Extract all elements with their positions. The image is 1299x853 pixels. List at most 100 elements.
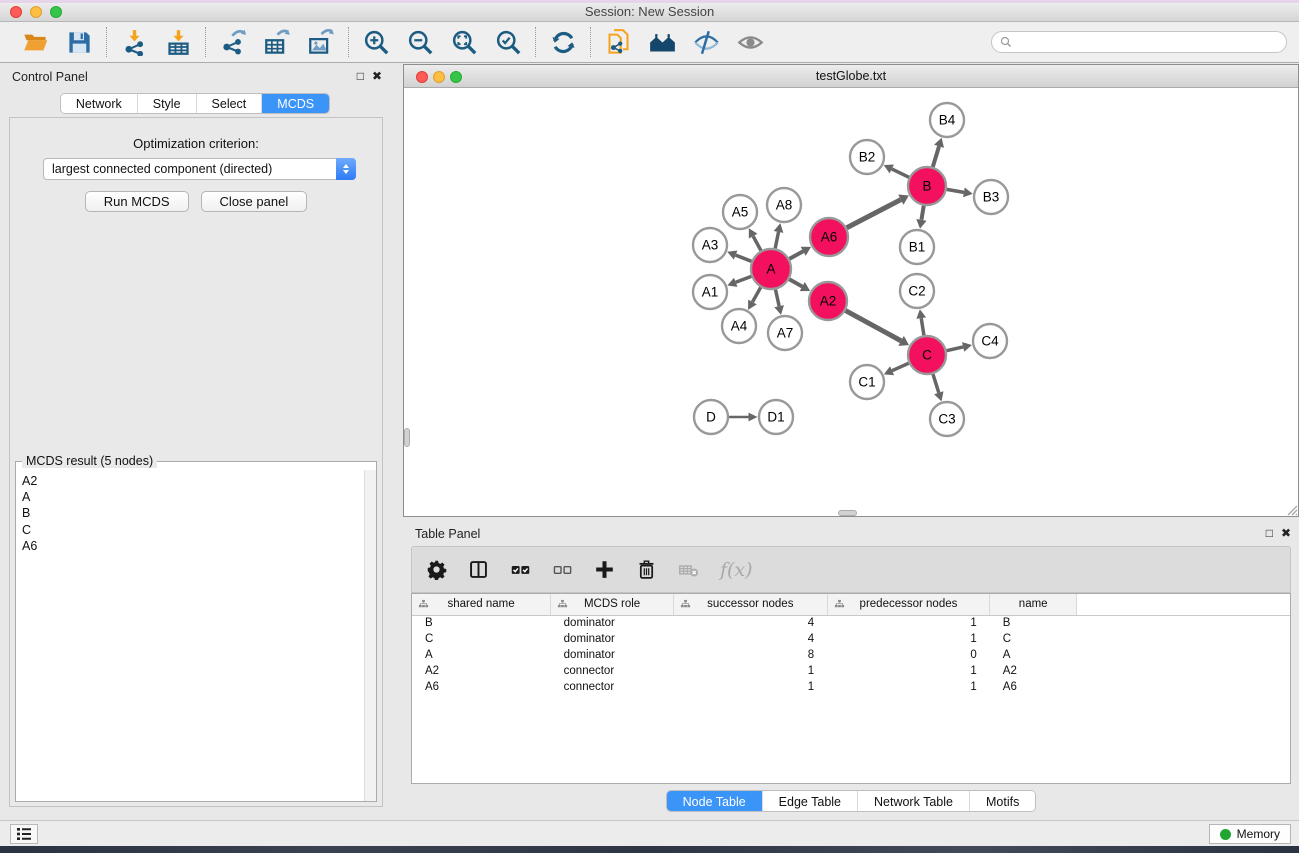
network-resize-grip[interactable]: [1284, 502, 1298, 516]
table-cell[interactable]: dominator: [551, 631, 674, 647]
table-row[interactable]: Bdominator41B: [412, 615, 1290, 631]
tab-edge-table[interactable]: Edge Table: [763, 791, 858, 811]
refresh-icon[interactable]: [548, 27, 578, 57]
graph-edge-C-C2[interactable]: [921, 318, 924, 335]
graph-edge-A-A6[interactable]: [789, 251, 803, 259]
graph-edge-A-A7[interactable]: [775, 290, 779, 307]
graph-edge-A-A5[interactable]: [753, 236, 761, 250]
table-cell[interactable]: 1: [673, 663, 827, 679]
delete-table-icon[interactable]: [678, 559, 699, 580]
graph-edge-C-C3[interactable]: [933, 374, 939, 393]
mcds-result-scrollbar[interactable]: [364, 470, 376, 801]
table-cell[interactable]: 0: [827, 647, 990, 663]
add-row-icon[interactable]: [594, 559, 615, 580]
mcds-result-item[interactable]: C: [22, 522, 364, 538]
table-cell[interactable]: C: [990, 631, 1077, 647]
table-cell[interactable]: B: [990, 615, 1077, 631]
node-table-header-row[interactable]: shared nameMCDS rolesuccessor nodesprede…: [412, 594, 1290, 615]
graph-edge-A-A1[interactable]: [736, 276, 752, 282]
table-cell[interactable]: A2: [412, 663, 551, 679]
import-network-icon[interactable]: [119, 27, 149, 57]
column-header-MCDS-role[interactable]: MCDS role: [551, 594, 674, 615]
close-table-panel-icon[interactable]: ✖: [1281, 526, 1291, 540]
task-history-button[interactable]: [10, 824, 38, 844]
table-cell[interactable]: A: [412, 647, 551, 663]
tab-network[interactable]: Network: [61, 94, 138, 113]
table-cell[interactable]: 1: [827, 615, 990, 631]
table-cell[interactable]: A2: [990, 663, 1077, 679]
graph-edge-A2-C[interactable]: [846, 311, 902, 341]
table-row[interactable]: Adominator80A: [412, 647, 1290, 663]
unselect-all-icon[interactable]: [552, 559, 573, 580]
table-cell[interactable]: 8: [673, 647, 827, 663]
table-cell[interactable]: 1: [673, 679, 827, 695]
column-header-predecessor-nodes[interactable]: predecessor nodes: [827, 594, 990, 615]
graph-edge-A-A4[interactable]: [752, 287, 760, 302]
save-session-icon[interactable]: [64, 27, 94, 57]
float-table-panel-icon[interactable]: □: [1266, 526, 1273, 540]
graph-edge-B-B2[interactable]: [892, 169, 909, 177]
graph-edge-A-A3[interactable]: [736, 255, 752, 261]
optimization-criterion-dropdown[interactable]: largest connected component (directed): [43, 158, 356, 180]
mcds-result-item[interactable]: B: [22, 505, 364, 521]
graph-edge-A-A8[interactable]: [775, 232, 778, 248]
table-row[interactable]: Cdominator41C: [412, 631, 1290, 647]
graph-edge-A-A2[interactable]: [789, 279, 802, 286]
import-table-icon[interactable]: [163, 27, 193, 57]
network-canvas[interactable]: AA1A2A3A4A5A6A7A8BB1B2B3B4CC1C2C3C4DD1: [404, 88, 1298, 516]
table-cell[interactable]: 1: [827, 663, 990, 679]
table-cell[interactable]: A6: [412, 679, 551, 695]
show-all-icon[interactable]: [735, 27, 765, 57]
memory-button[interactable]: Memory: [1209, 824, 1291, 844]
zoom-selected-icon[interactable]: [493, 27, 523, 57]
column-header-shared-name[interactable]: shared name: [412, 594, 551, 615]
mcds-result-item[interactable]: A2: [22, 473, 364, 489]
delete-rows-icon[interactable]: [636, 559, 657, 580]
column-header-successor-nodes[interactable]: successor nodes: [673, 594, 827, 615]
table-cell[interactable]: A6: [990, 679, 1077, 695]
tab-node-table[interactable]: Node Table: [667, 791, 763, 811]
tab-network-table[interactable]: Network Table: [858, 791, 970, 811]
table-cell[interactable]: 4: [673, 615, 827, 631]
graph-edge-B-B4[interactable]: [933, 146, 939, 167]
run-mcds-button[interactable]: Run MCDS: [85, 191, 189, 212]
table-cell[interactable]: dominator: [551, 615, 674, 631]
graph-edge-B-B3[interactable]: [947, 189, 964, 192]
open-folder-icon[interactable]: [20, 27, 50, 57]
graph-edge-B-B1[interactable]: [921, 206, 923, 220]
table-cell[interactable]: 1: [827, 679, 990, 695]
mcds-result-list[interactable]: A2ABCA6: [16, 470, 364, 801]
zoom-out-icon[interactable]: [405, 27, 435, 57]
tab-mcds[interactable]: MCDS: [262, 94, 329, 113]
hide-selection-icon[interactable]: [691, 27, 721, 57]
close-panel-button[interactable]: Close panel: [201, 191, 308, 212]
network-window-titlebar[interactable]: testGlobe.txt: [404, 65, 1298, 88]
tab-motifs[interactable]: Motifs: [970, 791, 1035, 811]
table-cell[interactable]: A: [990, 647, 1077, 663]
table-cell[interactable]: connector: [551, 679, 674, 695]
network-hscroll-thumb[interactable]: [838, 510, 857, 516]
float-panel-icon[interactable]: □: [357, 69, 364, 83]
zoom-fit-icon[interactable]: [449, 27, 479, 57]
mcds-result-item[interactable]: A: [22, 489, 364, 505]
column-header-name[interactable]: name: [990, 594, 1077, 615]
network-vscroll-thumb[interactable]: [404, 428, 410, 447]
table-cell[interactable]: C: [412, 631, 551, 647]
search-input[interactable]: [991, 31, 1287, 53]
export-image-icon[interactable]: [306, 27, 336, 57]
export-table-icon[interactable]: [262, 27, 292, 57]
table-cell[interactable]: connector: [551, 663, 674, 679]
select-all-icon[interactable]: [510, 559, 531, 580]
export-network-icon[interactable]: [218, 27, 248, 57]
graph-edge-C-C1[interactable]: [892, 363, 909, 371]
zoom-in-icon[interactable]: [361, 27, 391, 57]
table-cell[interactable]: 4: [673, 631, 827, 647]
new-network-from-selection-icon[interactable]: [603, 27, 633, 57]
graph-edge-A6-B[interactable]: [847, 200, 901, 228]
table-cell[interactable]: dominator: [551, 647, 674, 663]
first-neighbors-icon[interactable]: [647, 27, 677, 57]
table-row[interactable]: A6connector11A6: [412, 679, 1290, 695]
tab-select[interactable]: Select: [197, 94, 263, 113]
table-settings-gear-icon[interactable]: [426, 559, 447, 580]
graph-edge-C-C4[interactable]: [947, 347, 964, 351]
